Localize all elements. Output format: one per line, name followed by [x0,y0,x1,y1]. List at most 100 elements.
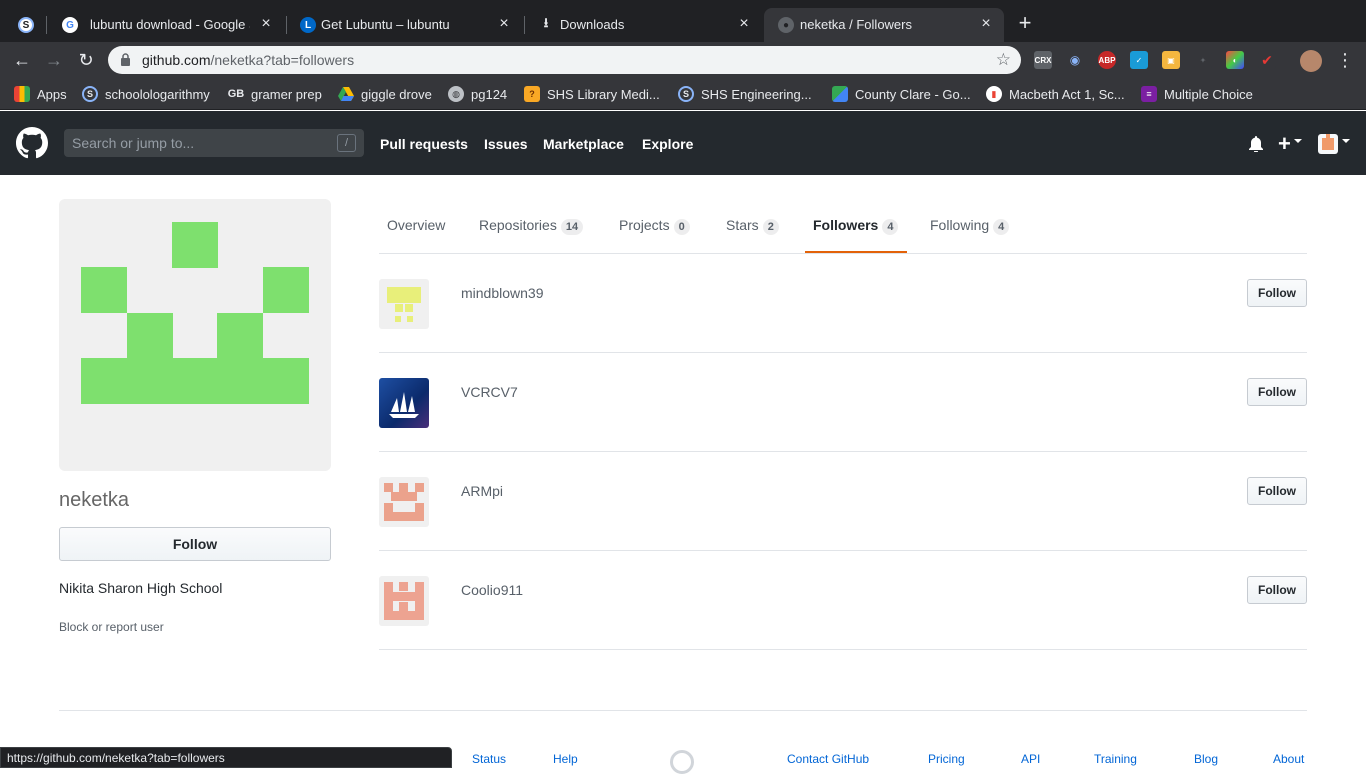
follow-button[interactable]: Follow [1247,576,1307,604]
link-status-bar: https://github.com/neketka?tab=followers [0,747,452,768]
nav-pull-requests[interactable]: Pull requests [380,136,468,152]
avatar-pixel [395,295,413,303]
follower-row: VCRCV7 Follow [379,353,1307,452]
follow-button[interactable]: Follow [59,527,331,561]
tab-overview[interactable]: Overview [387,217,445,233]
github-search-input[interactable]: Search or jump to... / [64,129,364,157]
follow-button[interactable]: Follow [1247,477,1307,505]
tab-title: Downloads [560,17,625,32]
search-shortcut-key: / [337,134,356,152]
follower-avatar[interactable] [379,279,429,329]
close-icon[interactable]: × [978,16,994,32]
bookmark-multiple-choice[interactable]: ≡ Multiple Choice [1141,85,1253,103]
bookmark-label: Macbeth Act 1, Sc... [1009,86,1125,102]
follower-avatar[interactable] [379,576,429,626]
avatar-pixel [384,512,424,521]
tab-get-lubuntu[interactable]: L Get Lubuntu – lubuntu × [286,8,522,42]
menu-dots-icon[interactable]: ⋮ [1336,49,1354,71]
avatar-pixel [393,592,415,601]
bookmark-giggle-drove[interactable]: giggle drove [338,85,432,103]
footer-link-about[interactable]: About [1273,752,1304,766]
close-icon[interactable]: × [496,16,512,32]
bookmark-shs-engineering[interactable]: S SHS Engineering... [678,85,812,103]
follow-button[interactable]: Follow [1247,279,1307,307]
close-icon[interactable]: × [736,16,752,32]
crx-extension-icon[interactable]: CRX [1034,51,1052,69]
avatar-pixel [217,313,263,359]
adblock-extension-icon[interactable]: ABP [1098,51,1116,69]
bookmark-macbeth[interactable]: ▮ Macbeth Act 1, Sc... [986,85,1125,103]
bookmark-label: SHS Library Medi... [547,86,660,102]
tab-downloads[interactable]: ⭳ Downloads × [524,8,762,42]
bookmarks-bar: Apps S schoolologarithmy GB gramer prep … [0,78,1366,110]
bookmark-apps[interactable]: Apps [14,85,67,103]
new-tab-button[interactable]: + [1014,12,1036,35]
follower-name[interactable]: ARMpi [461,483,503,499]
user-avatar[interactable] [1318,134,1338,154]
back-arrow-icon[interactable]: ← [10,48,34,72]
bookmark-shs-library[interactable]: ? SHS Library Medi... [524,85,660,103]
leaf-extension-icon[interactable]: ✦ [1194,51,1212,69]
avatar-pixel [399,602,408,611]
footer-link-status[interactable]: Status [472,752,506,766]
github-footer-logo-icon[interactable] [670,750,694,774]
schoology-icon: S [18,17,34,33]
color-extension-icon[interactable]: ◐ [1226,51,1244,69]
briefcase-extension-icon[interactable]: ▣ [1162,51,1180,69]
tab-label: Projects [619,217,670,233]
follower-row: ARMpi Follow [379,452,1307,551]
nav-marketplace[interactable]: Marketplace [543,136,624,152]
tab-following[interactable]: Following 4 [930,217,1010,235]
bookmark-schoolologarithmy[interactable]: S schoolologarithmy [82,85,210,103]
close-icon[interactable]: × [258,16,274,32]
google-icon: G [62,17,78,33]
nav-issues[interactable]: Issues [484,136,528,152]
tab-repositories[interactable]: Repositories 14 [479,217,584,235]
footer-link-pricing[interactable]: Pricing [928,752,965,766]
chart-icon: ▮ [986,86,1002,102]
github-logo-icon[interactable] [16,127,48,159]
nav-explore[interactable]: Explore [642,136,693,152]
tab-projects[interactable]: Projects 0 [619,217,690,235]
follower-name[interactable]: mindblown39 [461,285,544,301]
avatar-pixel [263,267,309,313]
bookmark-pg124[interactable]: ◍ pg124 [448,85,507,103]
footer-link-api[interactable]: API [1021,752,1040,766]
tab-github-followers[interactable]: ● neketka / Followers × [764,8,1004,42]
footer-link-training[interactable]: Training [1094,752,1137,766]
tab-label: Followers [813,217,879,233]
avatar-pixel [405,304,413,312]
bookmark-gramer-prep[interactable]: GB gramer prep [228,85,322,103]
footer-link-blog[interactable]: Blog [1194,752,1218,766]
follower-name[interactable]: Coolio911 [461,582,523,598]
profile-avatar[interactable] [1300,50,1322,72]
abp-label: ABP [1098,55,1116,65]
follow-button[interactable]: Follow [1247,378,1307,406]
tab-followers[interactable]: Followers 4 [813,217,899,235]
identicon-icon [1322,134,1334,150]
checkmark-extension-icon[interactable]: ✔ [1258,51,1276,69]
tab-title: Get Lubuntu – lubuntu [321,17,450,32]
address-bar[interactable]: github.com/neketka?tab=followers ☆ [108,46,1021,74]
plus-icon[interactable]: + [1278,131,1291,157]
forward-arrow-icon[interactable]: → [42,48,66,72]
follower-avatar[interactable] [379,378,429,428]
avatar-pixel [127,313,173,359]
block-report-link[interactable]: Block or report user [59,620,164,634]
tab-google-search[interactable]: G lubuntu download - Google Se × [48,8,284,42]
follower-name[interactable]: VCRCV7 [461,384,518,400]
bookmark-star-icon[interactable]: ☆ [996,50,1011,70]
avatar-pixel [399,483,408,492]
owl-extension-icon[interactable]: ◉ [1066,51,1084,69]
follower-avatar[interactable] [379,477,429,527]
bell-icon[interactable] [1249,136,1263,152]
pocket-extension-icon[interactable]: ✓ [1130,51,1148,69]
chevron-down-icon [1342,139,1350,143]
bookmark-county-clare[interactable]: County Clare - Go... [832,85,971,103]
tab-stars[interactable]: Stars 2 [726,217,779,235]
reload-icon[interactable]: ↻ [74,48,98,72]
selected-tab-indicator [805,251,907,253]
chevron-down-icon [1294,139,1302,143]
footer-link-help[interactable]: Help [553,752,578,766]
footer-link-contact[interactable]: Contact GitHub [787,752,869,766]
